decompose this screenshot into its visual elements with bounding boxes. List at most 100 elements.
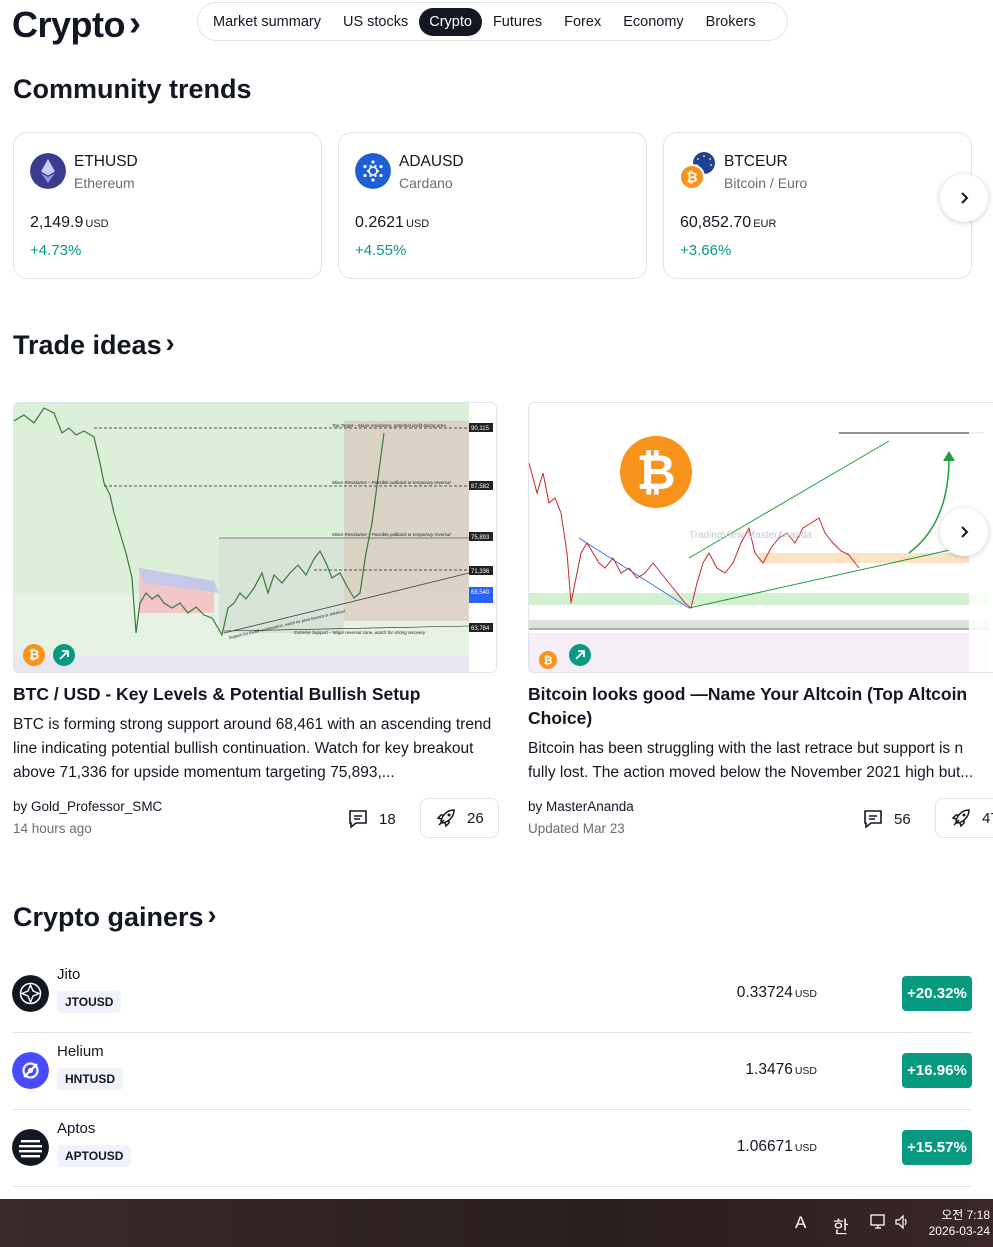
idea-title[interactable]: BTC / USD - Key Levels & Potential Bulli…: [13, 682, 497, 706]
bitcoin-euro-icon: ₿: [679, 152, 715, 190]
idea-time: Updated Mar 23: [528, 821, 625, 836]
bitcoin-icon: ₿: [23, 644, 45, 666]
crypto-gainers-heading-text: Crypto gainers: [13, 902, 204, 932]
idea-chart-bitcoin: TradingView MasterAnanda ₿: [529, 403, 993, 672]
tab-forex[interactable]: Forex: [553, 8, 612, 36]
chevron-right-icon: ›: [165, 328, 175, 358]
price-tag: 87,582: [471, 484, 490, 490]
price-value: 60,852.70: [680, 214, 752, 231]
idea-chart-btcusd: Top Target – Major resistance, potential…: [14, 403, 496, 672]
idea-author[interactable]: by MasterAnanda: [528, 799, 634, 814]
rocket-icon: [436, 809, 455, 828]
card-price: 0.2621 USD: [355, 214, 429, 232]
card-name: Bitcoin / Euro: [724, 175, 808, 191]
price-currency: EUR: [753, 218, 777, 230]
price-tag: 90,115: [471, 426, 490, 432]
clock-time: 오전 7:18: [941, 1208, 990, 1222]
chart-annotation: Minor Resistance – Possible pullback or …: [332, 532, 452, 537]
page-title-text: Crypto: [12, 4, 126, 45]
chart-annotation: Extreme Support – Major reversal zone, w…: [294, 630, 426, 635]
coin-price: 0.33724 USD: [737, 984, 817, 1002]
ethereum-icon: [30, 153, 66, 189]
price-currency: USD: [794, 988, 817, 1000]
page-title[interactable]: Crypto ›: [12, 2, 141, 46]
tab-economy[interactable]: Economy: [612, 8, 694, 36]
card-name: Ethereum: [74, 175, 135, 191]
gainer-row[interactable]: Helium HNTUSD 1.3476 USD +16.96%: [12, 1033, 972, 1110]
chevron-right-icon: ›: [129, 2, 141, 43]
card-price: 2,149.9 USD: [30, 214, 109, 232]
price-value: 0.2621: [355, 214, 404, 231]
price-tag: 75,893: [471, 535, 490, 541]
price-tag: 63,784: [471, 626, 490, 632]
price-tag: 71,336: [471, 569, 490, 575]
boost-button[interactable]: 47: [935, 798, 993, 838]
bitcoin-icon: ₿: [539, 651, 557, 669]
boost-button[interactable]: 26: [420, 798, 499, 838]
clock-date: 2026-03-24: [928, 1224, 990, 1238]
boost-count: 26: [467, 809, 484, 827]
comments-count: 56: [894, 810, 911, 828]
tab-futures[interactable]: Futures: [482, 8, 553, 36]
chevron-right-icon: ›: [207, 900, 217, 930]
comment-icon: [349, 810, 367, 829]
windows-taskbar: A 한 오전 7:18 2026-03-24: [0, 1199, 993, 1247]
network-icon[interactable]: [870, 1214, 888, 1235]
coin-ticker: JTOUSD: [57, 991, 122, 1013]
price-currency: USD: [85, 218, 109, 230]
card-change: +4.73%: [30, 242, 82, 259]
system-clock[interactable]: 오전 7:18 2026-03-24: [929, 1207, 990, 1239]
chevron-right-icon: [961, 526, 969, 538]
market-nav: Market summary US stocks Crypto Futures …: [197, 2, 788, 41]
cardano-icon: [355, 153, 391, 189]
tab-brokers[interactable]: Brokers: [695, 8, 767, 36]
trend-card-adausd[interactable]: ADAUSD Cardano 0.2621 USD +4.55%: [338, 132, 647, 279]
long-arrow-icon: [53, 644, 75, 666]
idea-title[interactable]: Bitcoin looks good —Name Your Altcoin (T…: [528, 682, 988, 730]
trend-card-btceur[interactable]: ₿ BTCEUR Bitcoin / Euro 60,852.70 EUR +3.…: [663, 132, 972, 279]
card-name: Cardano: [399, 175, 453, 191]
gainer-row[interactable]: Jito JTOUSD 0.33724 USD +20.32%: [12, 956, 972, 1033]
coin-ticker: APTOUSD: [57, 1145, 132, 1167]
card-change: +4.55%: [355, 242, 407, 259]
tab-market-summary[interactable]: Market summary: [202, 8, 332, 36]
boost-count: 47: [982, 809, 993, 827]
price-tag: 68,540: [471, 590, 490, 596]
comments-button[interactable]: 18: [347, 808, 396, 830]
comments-button[interactable]: 56: [862, 808, 911, 830]
price-value: 2,149.9: [30, 214, 84, 231]
price-currency: USD: [794, 1065, 817, 1077]
change-badge: +15.57%: [902, 1130, 972, 1165]
rocket-icon: [951, 809, 970, 828]
tab-crypto[interactable]: Crypto: [419, 7, 482, 36]
coin-name: Jito: [57, 966, 81, 983]
price-value: 1.06671: [736, 1138, 793, 1155]
crypto-gainers-heading[interactable]: Crypto gainers ›: [13, 900, 217, 933]
gainer-row[interactable]: Aptos APTOUSD 1.06671 USD +15.57%: [12, 1110, 972, 1187]
chart-annotation: Top Target – Major resistance, potential…: [332, 423, 446, 428]
comment-icon: [864, 810, 882, 829]
volume-icon[interactable]: [894, 1214, 910, 1235]
idea-chart-image[interactable]: Top Target – Major resistance, potential…: [13, 402, 497, 673]
ime-mode-indicator[interactable]: A: [795, 1213, 806, 1233]
card-symbol: BTCEUR: [724, 153, 788, 170]
trends-next-button[interactable]: [940, 174, 988, 222]
trade-ideas-heading[interactable]: Trade ideas ›: [13, 328, 175, 361]
price-value: 1.3476: [745, 1061, 793, 1078]
card-change: +3.66%: [680, 242, 732, 259]
trend-card-ethusd[interactable]: ETHUSD Ethereum 2,149.9 USD +4.73%: [13, 132, 322, 279]
svg-text:₿: ₿: [686, 170, 697, 186]
ideas-next-button[interactable]: [940, 508, 988, 556]
card-symbol: ETHUSD: [74, 153, 138, 170]
idea-author[interactable]: by Gold_Professor_SMC: [13, 799, 162, 814]
change-badge: +16.96%: [902, 1053, 972, 1088]
price-currency: USD: [405, 218, 430, 230]
idea-chart-image[interactable]: TradingView MasterAnanda ₿ ₿: [528, 402, 993, 673]
long-arrow-icon: [569, 644, 591, 666]
chevron-right-icon: [961, 192, 969, 204]
tab-us-stocks[interactable]: US stocks: [332, 8, 419, 36]
chart-annotation: Minor Resistance – Possible pullback or …: [332, 480, 452, 485]
svg-text:₿: ₿: [636, 445, 675, 501]
language-indicator[interactable]: 한: [833, 1213, 849, 1238]
coin-price: 1.06671 USD: [737, 1138, 817, 1156]
